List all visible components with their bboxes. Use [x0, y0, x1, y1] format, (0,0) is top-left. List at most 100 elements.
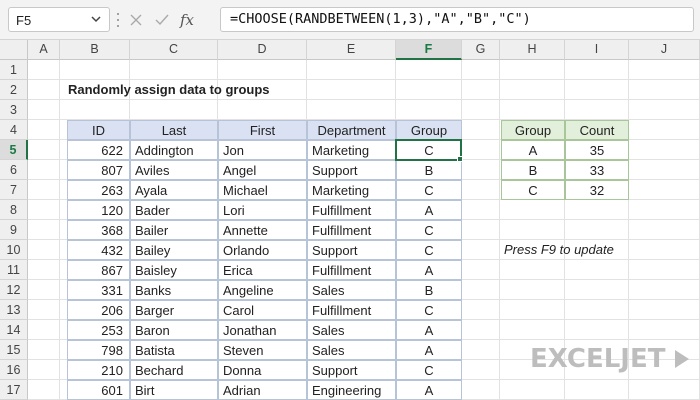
- summary-header-group[interactable]: Group: [501, 120, 565, 140]
- row-header-9[interactable]: 9: [0, 220, 28, 240]
- table-cell-department[interactable]: Fulfillment: [307, 260, 396, 280]
- row-header-6[interactable]: 6: [0, 160, 28, 180]
- table-cell-id[interactable]: 206: [67, 300, 130, 320]
- table-cell-last[interactable]: Aviles: [130, 160, 218, 180]
- table-cell-group[interactable]: C: [396, 360, 462, 380]
- table-cell-first[interactable]: Orlando: [218, 240, 307, 260]
- table-cell-last[interactable]: Bechard: [130, 360, 218, 380]
- summary-header-count[interactable]: Count: [565, 120, 629, 140]
- table-cell-id[interactable]: 432: [67, 240, 130, 260]
- table-header-first[interactable]: First: [218, 120, 307, 140]
- table-cell-first[interactable]: Donna: [218, 360, 307, 380]
- summary-cell-count[interactable]: 35: [565, 140, 629, 160]
- row-header-10[interactable]: 10: [0, 240, 28, 260]
- table-cell-last[interactable]: Birt: [130, 380, 218, 400]
- table-cell-department[interactable]: Sales: [307, 280, 396, 300]
- table-cell-id[interactable]: 807: [67, 160, 130, 180]
- summary-cell-group[interactable]: C: [501, 180, 565, 200]
- table-cell-group[interactable]: C: [396, 220, 462, 240]
- table-cell-last[interactable]: Ayala: [130, 180, 218, 200]
- row-header-16[interactable]: 16: [0, 360, 28, 380]
- table-cell-id[interactable]: 331: [67, 280, 130, 300]
- table-cell-id[interactable]: 622: [67, 140, 130, 160]
- table-cell-group[interactable]: A: [396, 320, 462, 340]
- table-cell-last[interactable]: Baisley: [130, 260, 218, 280]
- table-cell-last[interactable]: Bader: [130, 200, 218, 220]
- table-cell-last[interactable]: Batista: [130, 340, 218, 360]
- table-cell-first[interactable]: Annette: [218, 220, 307, 240]
- column-header-d[interactable]: D: [218, 40, 307, 60]
- row-header-11[interactable]: 11: [0, 260, 28, 280]
- table-cell-group[interactable]: A: [396, 340, 462, 360]
- row-header-8[interactable]: 8: [0, 200, 28, 220]
- table-cell-last[interactable]: Bailer: [130, 220, 218, 240]
- table-cell-department[interactable]: Fulfillment: [307, 220, 396, 240]
- summary-cell-count[interactable]: 32: [565, 180, 629, 200]
- table-cell-department[interactable]: Support: [307, 160, 396, 180]
- row-header-5[interactable]: 5: [0, 140, 28, 160]
- summary-cell-group[interactable]: B: [501, 160, 565, 180]
- table-cell-last[interactable]: Banks: [130, 280, 218, 300]
- table-header-id[interactable]: ID: [67, 120, 130, 140]
- table-cell-group[interactable]: C: [396, 300, 462, 320]
- table-cell-first[interactable]: Erica: [218, 260, 307, 280]
- table-cell-department[interactable]: Support: [307, 240, 396, 260]
- table-cell-first[interactable]: Carol: [218, 300, 307, 320]
- row-header-1[interactable]: 1: [0, 60, 28, 80]
- table-cell-id[interactable]: 867: [67, 260, 130, 280]
- table-header-last[interactable]: Last: [130, 120, 218, 140]
- table-cell-department[interactable]: Fulfillment: [307, 200, 396, 220]
- table-cell-group[interactable]: A: [396, 200, 462, 220]
- table-cell-group[interactable]: A: [396, 380, 462, 400]
- name-box[interactable]: F5: [8, 7, 110, 32]
- table-cell-id[interactable]: 601: [67, 380, 130, 400]
- cancel-icon[interactable]: [128, 12, 144, 28]
- table-cell-last[interactable]: Bailey: [130, 240, 218, 260]
- fill-handle[interactable]: [457, 156, 463, 162]
- insert-function-icon[interactable]: fx: [180, 11, 194, 29]
- table-cell-department[interactable]: Engineering: [307, 380, 396, 400]
- column-header-j[interactable]: J: [629, 40, 700, 60]
- column-header-i[interactable]: I: [565, 40, 629, 60]
- table-cell-group[interactable]: C: [396, 240, 462, 260]
- table-cell-first[interactable]: Lori: [218, 200, 307, 220]
- column-header-f[interactable]: F: [396, 40, 462, 60]
- table-cell-id[interactable]: 368: [67, 220, 130, 240]
- table-cell-first[interactable]: Angeline: [218, 280, 307, 300]
- table-cell-id[interactable]: 120: [67, 200, 130, 220]
- row-header-15[interactable]: 15: [0, 340, 28, 360]
- table-cell-department[interactable]: Marketing: [307, 180, 396, 200]
- row-header-3[interactable]: 3: [0, 100, 28, 120]
- column-header-b[interactable]: B: [60, 40, 130, 60]
- summary-cell-group[interactable]: A: [501, 140, 565, 160]
- row-header-7[interactable]: 7: [0, 180, 28, 200]
- table-cell-department[interactable]: Sales: [307, 340, 396, 360]
- column-header-h[interactable]: H: [500, 40, 565, 60]
- column-header-e[interactable]: E: [307, 40, 396, 60]
- table-cell-first[interactable]: Steven: [218, 340, 307, 360]
- table-cell-group[interactable]: C: [396, 180, 462, 200]
- table-cell-last[interactable]: Barger: [130, 300, 218, 320]
- table-cell-group[interactable]: B: [396, 280, 462, 300]
- column-header-a[interactable]: A: [28, 40, 60, 60]
- table-cell-group[interactable]: B: [396, 160, 462, 180]
- row-header-13[interactable]: 13: [0, 300, 28, 320]
- table-cell-last[interactable]: Addington: [130, 140, 218, 160]
- table-cell-first[interactable]: Jon: [218, 140, 307, 160]
- select-all-corner[interactable]: [0, 40, 28, 60]
- row-header-12[interactable]: 12: [0, 280, 28, 300]
- column-header-c[interactable]: C: [130, 40, 218, 60]
- table-cell-first[interactable]: Adrian: [218, 380, 307, 400]
- row-header-4[interactable]: 4: [0, 120, 28, 140]
- table-cell-department[interactable]: Marketing: [307, 140, 396, 160]
- formula-input[interactable]: =CHOOSE(RANDBETWEEN(1,3),"A","B","C"): [220, 7, 694, 32]
- table-cell-id[interactable]: 210: [67, 360, 130, 380]
- table-cell-first[interactable]: Jonathan: [218, 320, 307, 340]
- column-header-g[interactable]: G: [462, 40, 500, 60]
- table-cell-id[interactable]: 798: [67, 340, 130, 360]
- table-header-group[interactable]: Group: [396, 120, 462, 140]
- table-cell-department[interactable]: Sales: [307, 320, 396, 340]
- table-cell-first[interactable]: Michael: [218, 180, 307, 200]
- drag-handle-icon[interactable]: [116, 13, 120, 27]
- row-header-14[interactable]: 14: [0, 320, 28, 340]
